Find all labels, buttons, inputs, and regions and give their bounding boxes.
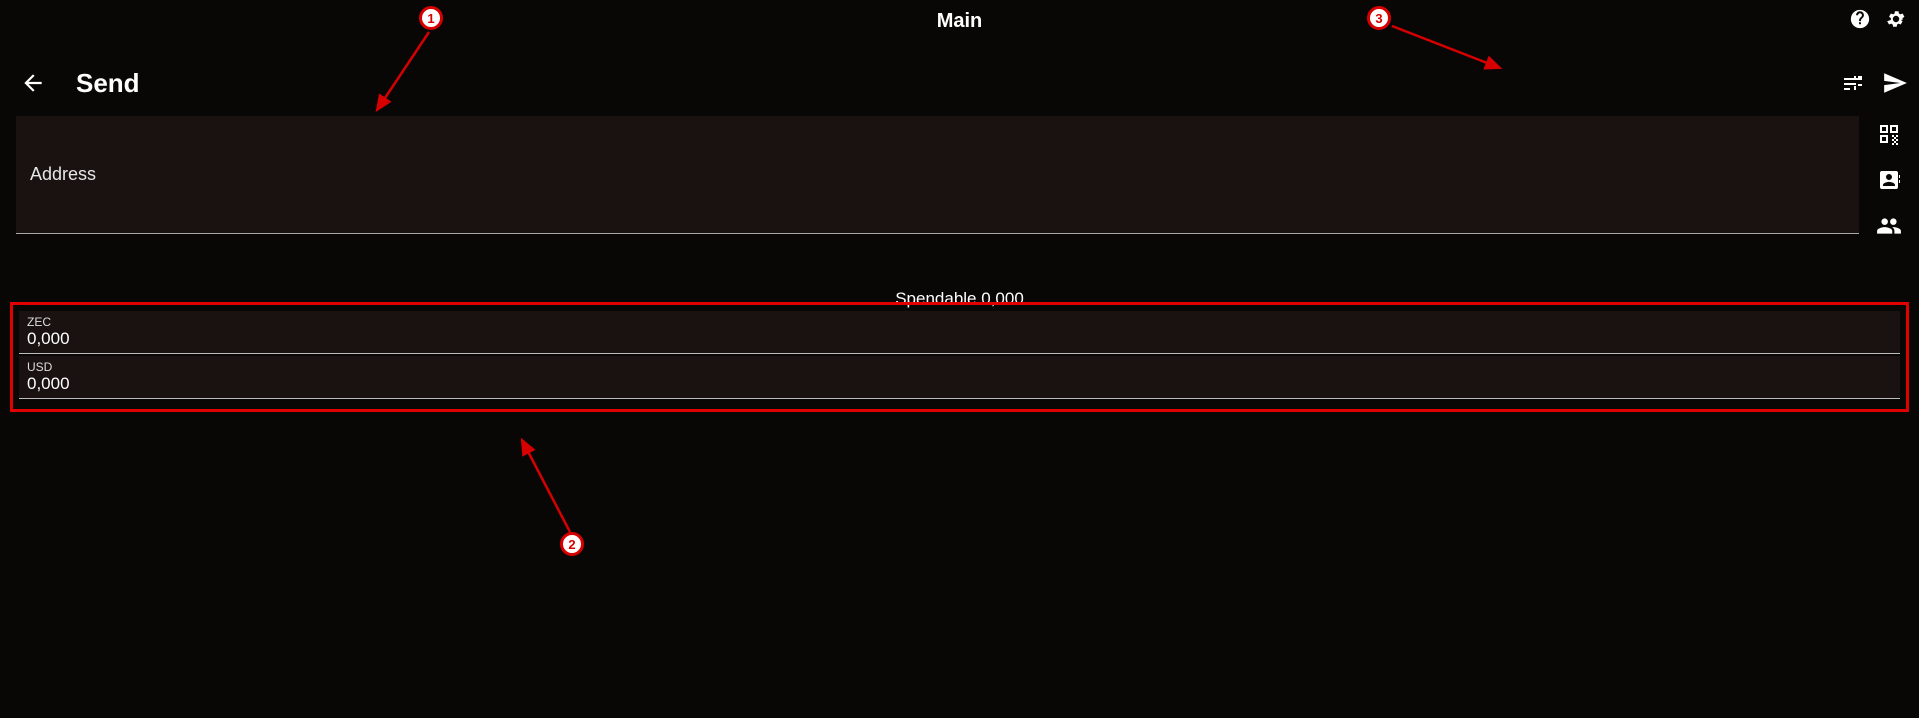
back-button[interactable] xyxy=(18,68,48,98)
annotation-1: 1 xyxy=(419,6,443,30)
annotation-2-arrow xyxy=(516,434,586,538)
annotation-3: 3 xyxy=(1367,6,1391,30)
send-icon[interactable] xyxy=(1881,69,1909,97)
page-title: Send xyxy=(76,68,140,99)
address-input[interactable]: Address xyxy=(16,116,1859,234)
address-placeholder: Address xyxy=(30,164,96,185)
topbar-actions xyxy=(1847,6,1909,32)
tune-icon[interactable] xyxy=(1839,69,1867,97)
annotation-2: 2 xyxy=(560,532,584,556)
app-title: Main xyxy=(937,10,983,33)
usd-label: USD xyxy=(27,360,1892,374)
qr-icon[interactable] xyxy=(1875,120,1903,148)
help-icon[interactable] xyxy=(1847,6,1873,32)
gear-icon[interactable] xyxy=(1883,6,1909,32)
page-subbar: Send xyxy=(0,58,1919,108)
usd-value: 0,000 xyxy=(27,374,1892,394)
subbar-actions xyxy=(1839,69,1909,97)
zec-value: 0,000 xyxy=(27,329,1892,349)
contacts-icon[interactable] xyxy=(1875,212,1903,240)
app-topbar: Main xyxy=(0,0,1919,42)
usd-amount-input[interactable]: USD 0,000 xyxy=(19,356,1900,399)
zec-amount-input[interactable]: ZEC 0,000 xyxy=(19,311,1900,354)
address-side-actions xyxy=(1867,116,1911,240)
zec-label: ZEC xyxy=(27,315,1892,329)
address-book-icon[interactable] xyxy=(1875,166,1903,194)
amount-box: ZEC 0,000 USD 0,000 xyxy=(10,302,1909,412)
